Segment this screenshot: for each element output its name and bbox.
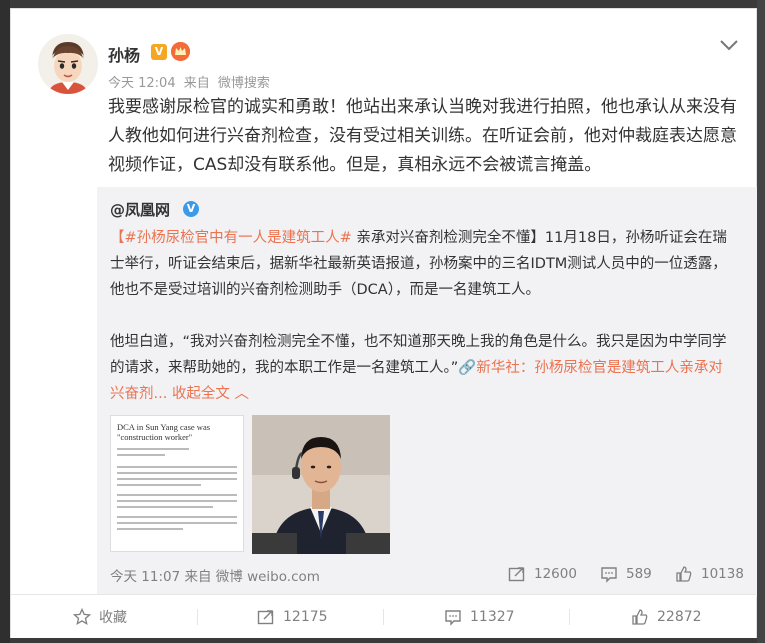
member-badge-icon [171,42,190,61]
comment-icon [445,610,461,626]
action-divider [383,609,384,625]
repost-paragraph-2: 他坦白道，“我对兴奋剂检测完全不懂，也不知道那天晚上我的角色是什么。我只是因为中… [110,329,735,407]
share-icon [257,610,274,625]
repost-author[interactable]: @凤凰网 [110,199,170,220]
thumbs-up-icon [632,609,648,625]
repost-count: 12175 [283,609,328,625]
repost-comment-count-button[interactable]: 589 [600,565,652,583]
post-source[interactable]: 微博搜索 [218,76,270,91]
post-time[interactable]: 今天 12:04 [108,76,176,91]
reposted-content: @凤凰网 V 【#孙杨尿检官中有一人是建筑工人# 亲承对兴奋剂检测完全不懂】11… [97,187,757,597]
avatar-illustration [38,34,98,94]
repost-body: 【#孙杨尿检官中有一人是建筑工人# 亲承对兴奋剂检测完全不懂】11月18日，孙杨… [110,225,735,407]
thumbs-up-icon [676,566,692,582]
action-divider [569,609,570,625]
verified-badge-icon: V [151,44,167,60]
press-conference-photo[interactable] [252,415,390,554]
share-icon [508,567,525,582]
author-avatar[interactable] [38,34,98,94]
repost-time[interactable]: 今天 11:07 [110,569,180,585]
repost-button[interactable]: 12175 [257,595,328,639]
comment-button[interactable]: 11327 [444,595,515,639]
repost-hashtag[interactable]: 【#孙杨尿检官中有一人是建筑工人# [110,230,352,246]
repost-like-count-button[interactable]: 10138 [675,565,744,583]
repost-source[interactable]: 微博 weibo.com [216,569,320,585]
collapse-link[interactable]: 收起全文 [172,386,230,402]
favorite-label: 收藏 [99,610,127,626]
repost-paragraph-1: 【#孙杨尿检官中有一人是建筑工人# 亲承对兴奋剂检测完全不懂】11月18日，孙杨… [110,225,735,303]
post-meta: 今天 12:04 来自 微博搜索 [108,72,274,91]
repost-footer: 今天 11:07 来自 微博 weibo.com 12600 589 10138 [110,565,745,587]
repost-like-count: 10138 [701,566,744,582]
press-photo-illustration [252,415,390,554]
repost-source-prefix: 来自 [184,569,212,585]
author-name[interactable]: 孙杨 [108,42,140,66]
background-left-edge [0,0,10,643]
weibo-post-card: 孙杨 V 今天 12:04 来自 微博搜索 我要感谢尿检官的诚实和勇敢！他站出来… [10,8,757,638]
repost-repost-count: 12600 [534,566,577,582]
chevron-up-icon[interactable]: ︿ [230,386,250,402]
verified-badge-blue-icon: V [183,201,199,217]
like-count: 22872 [657,609,702,625]
repost-repost-count-button[interactable]: 12600 [508,565,577,583]
post-text: 我要感谢尿检官的诚实和勇敢！他站出来承认当晚对我进行拍照，他也承认从来没有人教他… [108,97,737,175]
chevron-down-icon[interactable] [718,37,740,53]
star-icon [73,608,91,626]
post-source-prefix: 来自 [183,76,210,91]
comment-count: 11327 [470,609,515,625]
comment-icon [601,567,617,583]
repost-comment-count: 589 [626,566,652,582]
article-screenshot-thumbnail[interactable]: DCA in Sun Yang case was "construction w… [110,415,244,552]
background-right-edge [757,0,765,643]
repost-meta: 今天 11:07 来自 微博 weibo.com [110,565,320,585]
like-button[interactable]: 22872 [631,595,702,639]
action-divider [197,609,198,625]
favorite-button[interactable]: 收藏 [73,595,127,639]
post-action-bar: 收藏 12175 11327 22872 [11,594,756,638]
thumbnail-headline: DCA in Sun Yang case was "construction w… [117,422,211,442]
